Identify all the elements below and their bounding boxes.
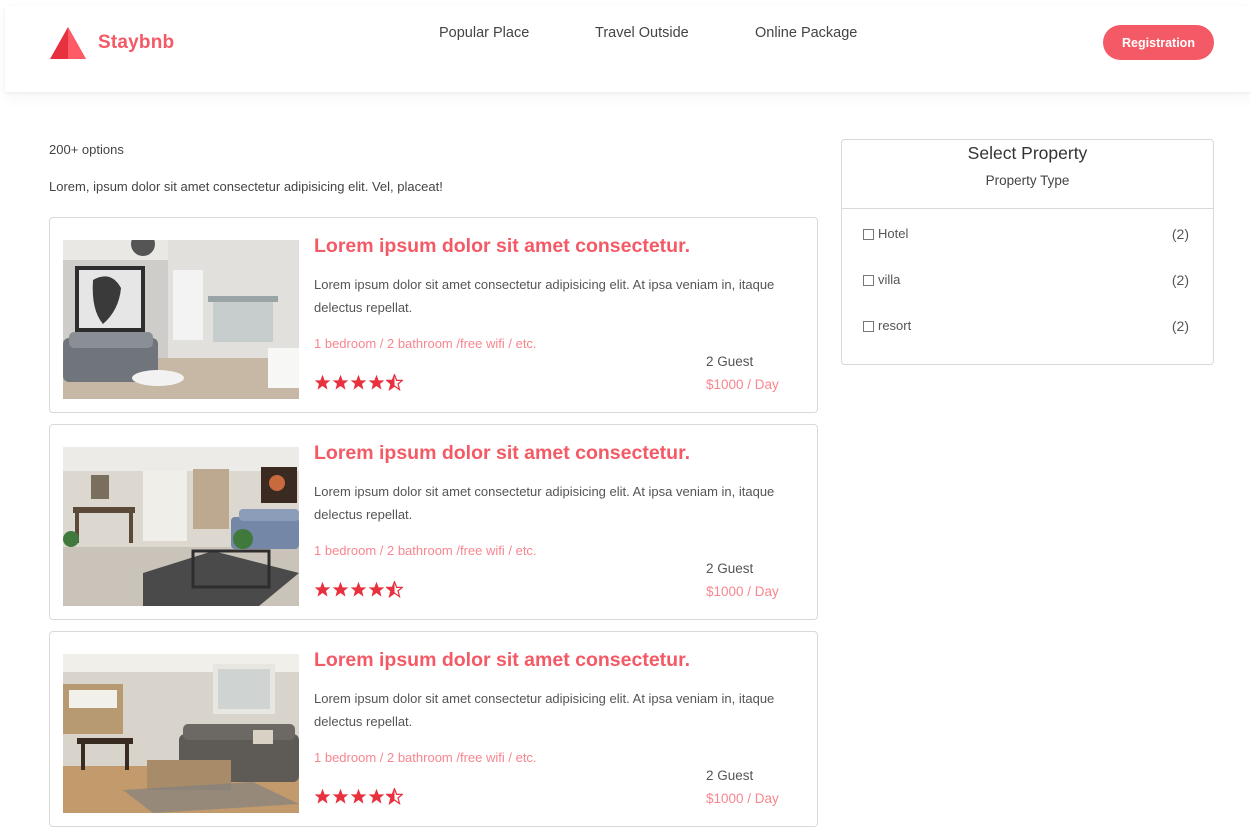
filter-option-label: villa (878, 272, 901, 287)
listing-card[interactable]: Lorem ipsum dolor sit amet consectetur. … (49, 217, 818, 413)
filter-option-label: Hotel (878, 226, 909, 241)
rating-stars (314, 374, 404, 391)
filter-option-count: (2) (1171, 226, 1189, 242)
nav-online-package[interactable]: Online Package (755, 25, 857, 41)
living-room-photo[interactable] (63, 447, 299, 606)
star-icon (368, 788, 385, 804)
listing-price: $1000 / Day (706, 377, 779, 392)
listing-amenities: 1 bedroom / 2 bathroom /free wifi / etc. (314, 336, 537, 351)
top-navbar: Staybnb Popular Place Travel Outside Onl… (5, 6, 1251, 92)
nav-popular-place[interactable]: Popular Place (439, 25, 529, 41)
listing-price: $1000 / Day (706, 791, 779, 806)
filter-option-resort[interactable]: resort (2) (863, 318, 1189, 338)
star-icon (332, 581, 349, 597)
guest-count: 2 Guest (706, 768, 754, 783)
property-filter-panel: Select Property Property Type Hotel (2) … (841, 139, 1214, 365)
checkbox-icon[interactable] (863, 275, 874, 286)
listing-description: Lorem ipsum dolor sit amet consectetur a… (314, 691, 775, 729)
half-star-icon (386, 374, 403, 391)
star-icon (350, 788, 367, 804)
star-icon (368, 374, 385, 390)
star-icon (368, 581, 385, 597)
listing-card[interactable]: Lorem ipsum dolor sit amet consectetur. … (49, 631, 818, 827)
star-icon (350, 581, 367, 597)
rating-stars (314, 581, 404, 598)
listing-price: $1000 / Day (706, 584, 779, 599)
filter-option-label: resort (878, 318, 912, 333)
nav-travel-outside[interactable]: Travel Outside (595, 25, 689, 41)
filter-option-hotel[interactable]: Hotel (2) (863, 226, 1189, 246)
brand-logo[interactable]: Staybnb (49, 26, 174, 60)
listing-title[interactable]: Lorem ipsum dolor sit amet consectetur. (314, 442, 690, 465)
filter-header: Select Property Property Type (842, 140, 1213, 209)
half-star-icon (386, 581, 403, 598)
living-room-photo[interactable] (63, 654, 299, 813)
listing-title[interactable]: Lorem ipsum dolor sit amet consectetur. (314, 649, 690, 672)
guest-count: 2 Guest (706, 354, 754, 369)
living-room-photo[interactable] (63, 240, 299, 399)
filter-option-count: (2) (1171, 272, 1189, 288)
options-count: 200+ options (49, 142, 124, 157)
rating-stars (314, 788, 404, 805)
listing-card[interactable]: Lorem ipsum dolor sit amet consectetur. … (49, 424, 818, 620)
listing-amenities: 1 bedroom / 2 bathroom /free wifi / etc. (314, 750, 537, 765)
listing-title[interactable]: Lorem ipsum dolor sit amet consectetur. (314, 235, 690, 258)
star-icon (350, 374, 367, 390)
star-icon (314, 788, 331, 804)
registration-button[interactable]: Registration (1103, 25, 1214, 60)
checkbox-icon[interactable] (863, 229, 874, 240)
listing-amenities: 1 bedroom / 2 bathroom /free wifi / etc. (314, 543, 537, 558)
triangle-logo-icon (50, 27, 86, 59)
star-icon (314, 581, 331, 597)
listing-description: Lorem ipsum dolor sit amet consectetur a… (314, 484, 775, 522)
guest-count: 2 Guest (706, 561, 754, 576)
brand-name: Staybnb (98, 32, 175, 53)
half-star-icon (386, 788, 403, 805)
star-icon (332, 788, 349, 804)
checkbox-icon[interactable] (863, 321, 874, 332)
star-icon (332, 374, 349, 390)
star-icon (314, 374, 331, 390)
intro-text: Lorem, ipsum dolor sit amet consectetur … (49, 179, 443, 194)
filter-title: Select Property (967, 143, 1088, 163)
filter-option-count: (2) (1171, 318, 1189, 334)
filter-subtitle: Property Type (985, 173, 1070, 188)
filter-option-villa[interactable]: villa (2) (863, 272, 1189, 292)
listing-description: Lorem ipsum dolor sit amet consectetur a… (314, 277, 775, 315)
